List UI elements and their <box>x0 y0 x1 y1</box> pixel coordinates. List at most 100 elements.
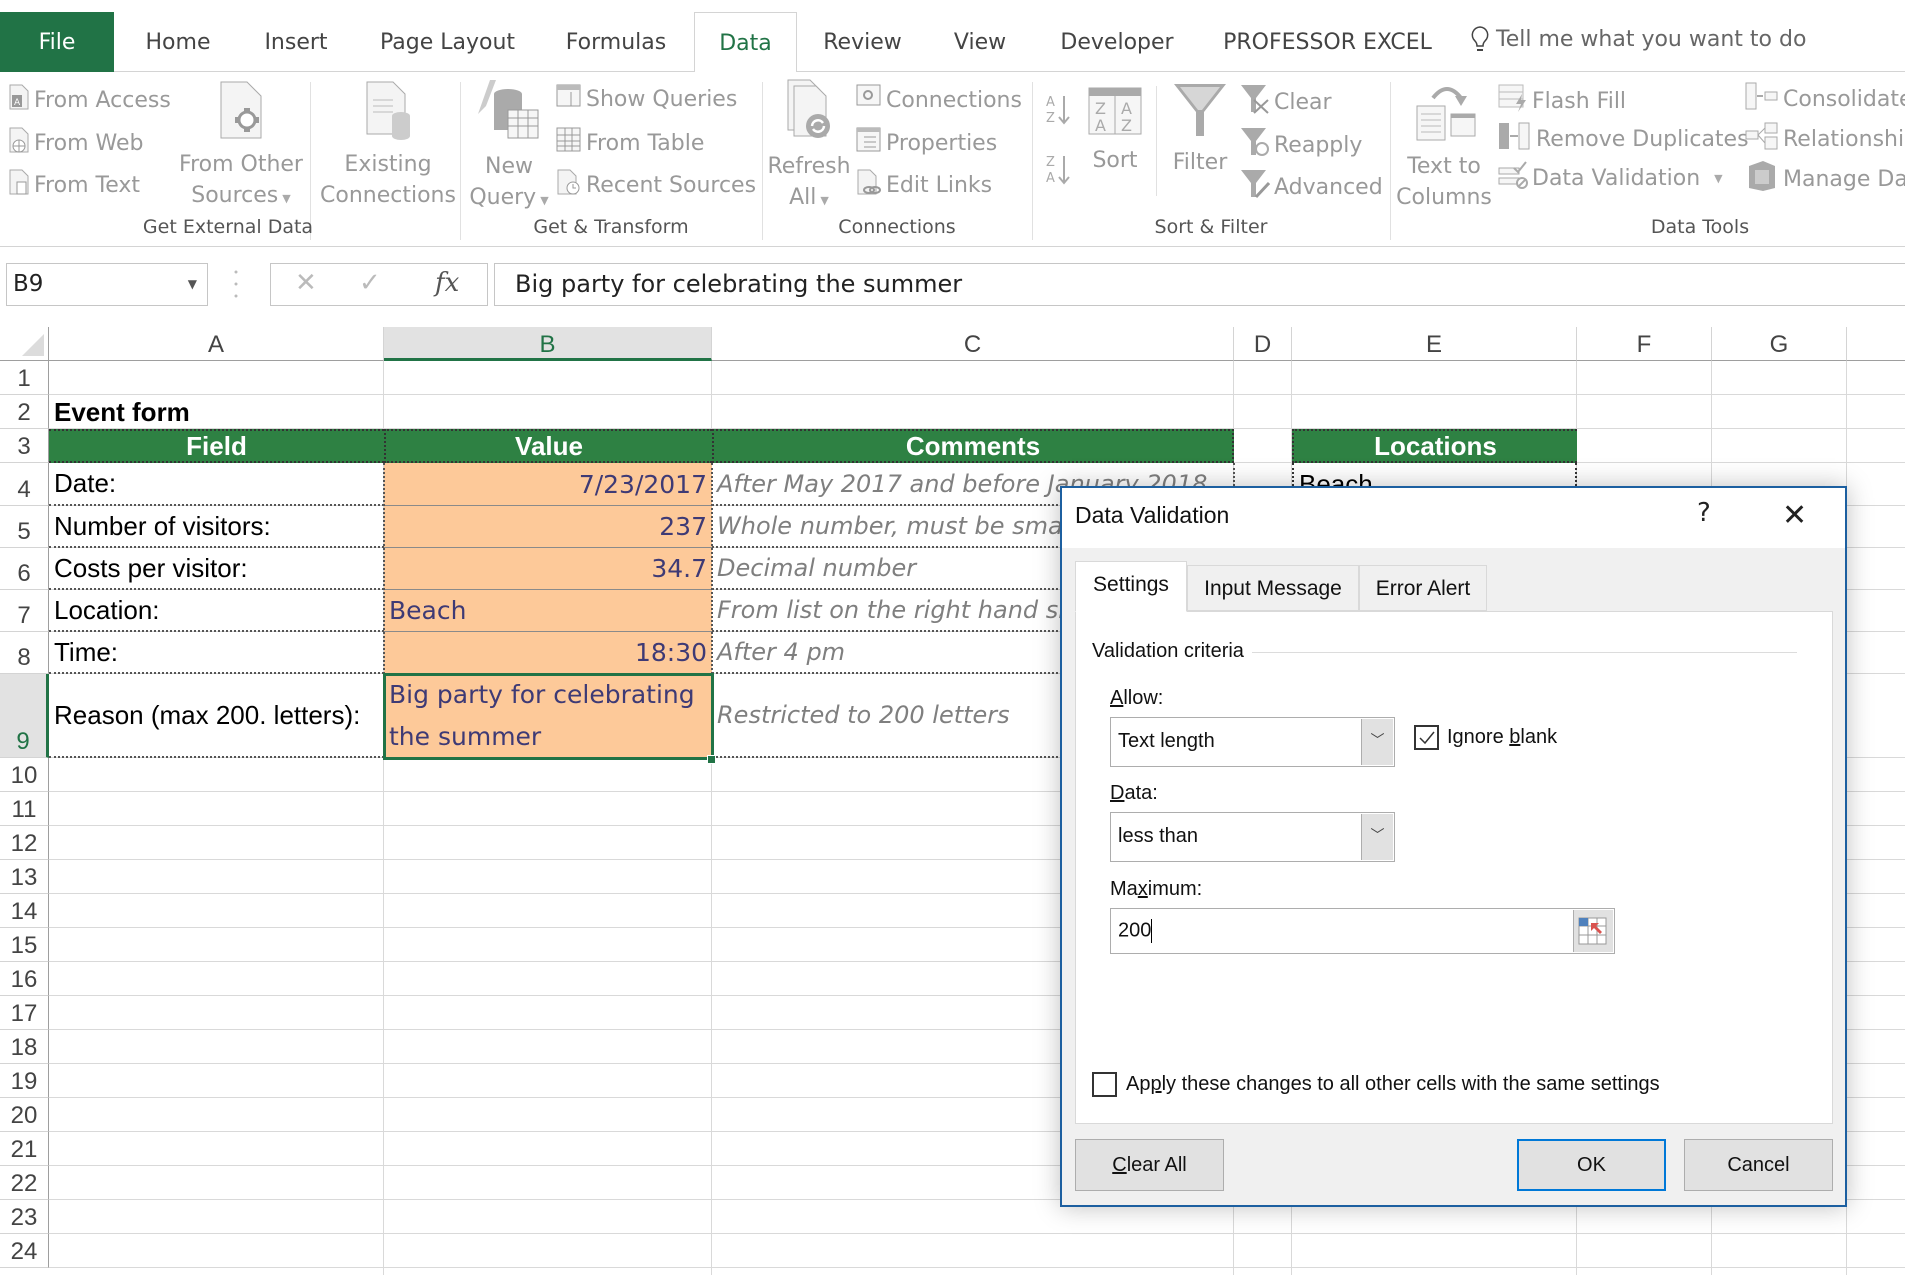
column-header-overflow[interactable] <box>1847 327 1905 361</box>
row-header-2[interactable]: 2 <box>0 395 49 429</box>
column-header-f[interactable]: F <box>1577 327 1712 361</box>
data-validation-button[interactable]: Data Validation ▼ <box>1498 160 1723 196</box>
row-header-1[interactable]: 1 <box>0 361 49 395</box>
header-value[interactable]: Value <box>384 429 712 463</box>
cancel-button[interactable]: Cancel <box>1684 1139 1833 1191</box>
column-header-a[interactable]: A <box>49 327 384 361</box>
manage-data-model-button[interactable]: Manage Data Model <box>1745 160 1905 198</box>
data-operator-select[interactable]: less than ﹀ <box>1110 812 1395 862</box>
row-header-7[interactable]: 7 <box>0 590 49 632</box>
from-access-button[interactable]: A From Access <box>8 84 171 116</box>
row-header-10[interactable]: 10 <box>0 758 49 792</box>
consolidate-button[interactable]: Consolidate <box>1745 82 1905 116</box>
from-other-sources-button[interactable]: From Other Sources ▼ <box>178 80 304 214</box>
tell-me-search[interactable]: Tell me what you want to do <box>1470 26 1806 54</box>
value-location[interactable]: Beach <box>384 590 712 632</box>
help-icon[interactable]: ? <box>1697 498 1711 528</box>
refresh-all-button[interactable]: Refresh All ▼ <box>766 78 852 216</box>
edit-links-button[interactable]: Edit Links <box>856 169 992 201</box>
clear-filter-button[interactable]: Clear <box>1240 84 1332 120</box>
tab-file[interactable]: File <box>0 12 114 72</box>
row-header-20[interactable]: 20 <box>0 1098 49 1132</box>
cancel-entry-icon[interactable]: ✕ <box>295 268 317 298</box>
drag-handle-icon[interactable] <box>234 269 238 299</box>
sort-a-to-z-button[interactable]: AZ <box>1044 92 1072 134</box>
row-header-15[interactable]: 15 <box>0 928 49 962</box>
tab-developer[interactable]: Developer <box>1052 12 1182 72</box>
row-header-11[interactable]: 11 <box>0 792 49 826</box>
tab-error-alert[interactable]: Error Alert <box>1359 565 1487 611</box>
chevron-down-icon[interactable]: ﹀ <box>1361 814 1393 860</box>
row-header-12[interactable]: 12 <box>0 826 49 860</box>
advanced-filter-button[interactable]: Advanced <box>1240 169 1383 205</box>
field-visitors[interactable]: Number of visitors: <box>49 506 384 548</box>
value-date[interactable]: 7/23/2017 <box>384 463 712 506</box>
sort-button[interactable]: ZAAZ Sort <box>1080 86 1150 176</box>
tab-page-layout[interactable]: Page Layout <box>370 12 525 72</box>
column-header-g[interactable]: G <box>1712 327 1847 361</box>
existing-connections-button[interactable]: Existing Connections <box>318 80 458 211</box>
field-location[interactable]: Location: <box>49 590 384 632</box>
from-table-button[interactable]: From Table <box>556 127 704 159</box>
new-query-button[interactable]: New Query ▼ <box>464 78 554 216</box>
row-header-24[interactable]: 24 <box>0 1234 49 1268</box>
connections-button[interactable]: Connections <box>856 84 1022 116</box>
enter-entry-icon[interactable]: ✓ <box>359 268 381 298</box>
from-web-button[interactable]: From Web <box>8 127 143 159</box>
tab-formulas[interactable]: Formulas <box>556 12 676 72</box>
apply-all-label[interactable]: Apply these changes to all other cells w… <box>1126 1073 1660 1096</box>
recent-sources-button[interactable]: Recent Sources <box>556 169 756 201</box>
tab-data[interactable]: Data <box>694 12 797 73</box>
dialog-title-bar[interactable]: Data Validation ? ✕ <box>1062 488 1845 548</box>
field-reason[interactable]: Reason (max 200. letters): <box>49 674 384 758</box>
value-costs[interactable]: 34.7 <box>384 548 712 590</box>
chevron-down-icon[interactable]: ▼ <box>188 264 197 305</box>
row-header-17[interactable]: 17 <box>0 996 49 1030</box>
tab-view[interactable]: View <box>940 12 1020 72</box>
header-comments[interactable]: Comments <box>712 429 1234 463</box>
tab-input-message[interactable]: Input Message <box>1187 565 1359 611</box>
form-title[interactable]: Event form <box>49 396 384 429</box>
row-header-22[interactable]: 22 <box>0 1166 49 1200</box>
column-header-e[interactable]: E <box>1292 327 1577 361</box>
show-queries-button[interactable]: Show Queries <box>556 84 737 114</box>
row-header-19[interactable]: 19 <box>0 1064 49 1098</box>
remove-duplicates-button[interactable]: Remove Duplicates <box>1498 121 1749 157</box>
from-text-button[interactable]: From Text <box>8 169 140 201</box>
field-costs[interactable]: Costs per visitor: <box>49 548 384 590</box>
clear-all-button[interactable]: Clear All <box>1075 1139 1224 1191</box>
chevron-down-icon[interactable]: ﹀ <box>1361 719 1393 765</box>
relationships-button[interactable]: Relationships <box>1745 121 1905 157</box>
row-header-4[interactable]: 4 <box>0 463 49 506</box>
apply-all-checkbox[interactable] <box>1092 1072 1117 1097</box>
header-locations[interactable]: Locations <box>1292 429 1577 463</box>
tab-home[interactable]: Home <box>128 12 228 72</box>
ok-button[interactable]: OK <box>1517 1139 1666 1191</box>
tab-review[interactable]: Review <box>815 12 910 72</box>
column-header-c[interactable]: C <box>712 327 1234 361</box>
fill-handle[interactable] <box>707 755 716 764</box>
text-to-columns-button[interactable]: Text to Columns <box>1394 80 1494 213</box>
ignore-blank-checkbox[interactable] <box>1414 725 1439 750</box>
tab-insert[interactable]: Insert <box>250 12 342 72</box>
properties-button[interactable]: Properties <box>856 127 997 159</box>
column-header-d[interactable]: D <box>1234 327 1292 361</box>
tab-settings[interactable]: Settings <box>1075 561 1187 612</box>
row-header-3[interactable]: 3 <box>0 429 49 463</box>
column-header-b[interactable]: B <box>384 327 712 361</box>
maximum-input[interactable]: 200 <box>1110 908 1615 954</box>
row-header-13[interactable]: 13 <box>0 860 49 894</box>
filter-button[interactable]: Filter <box>1160 82 1240 178</box>
row-header-18[interactable]: 18 <box>0 1030 49 1064</box>
tab-professor-excel[interactable]: PROFESSOR EXCEL <box>1220 12 1435 72</box>
allow-select[interactable]: Text length ﹀ <box>1110 717 1395 767</box>
row-header-6[interactable]: 6 <box>0 548 49 590</box>
formula-input[interactable]: Big party for celebrating the summer <box>494 263 1905 306</box>
range-selector-button[interactable] <box>1573 910 1613 952</box>
sort-z-to-a-button[interactable]: ZA <box>1044 152 1072 194</box>
flash-fill-button[interactable]: Flash Fill <box>1498 84 1626 118</box>
row-header-21[interactable]: 21 <box>0 1132 49 1166</box>
field-time[interactable]: Time: <box>49 632 384 674</box>
value-visitors[interactable]: 237 <box>384 506 712 548</box>
row-header-16[interactable]: 16 <box>0 962 49 996</box>
